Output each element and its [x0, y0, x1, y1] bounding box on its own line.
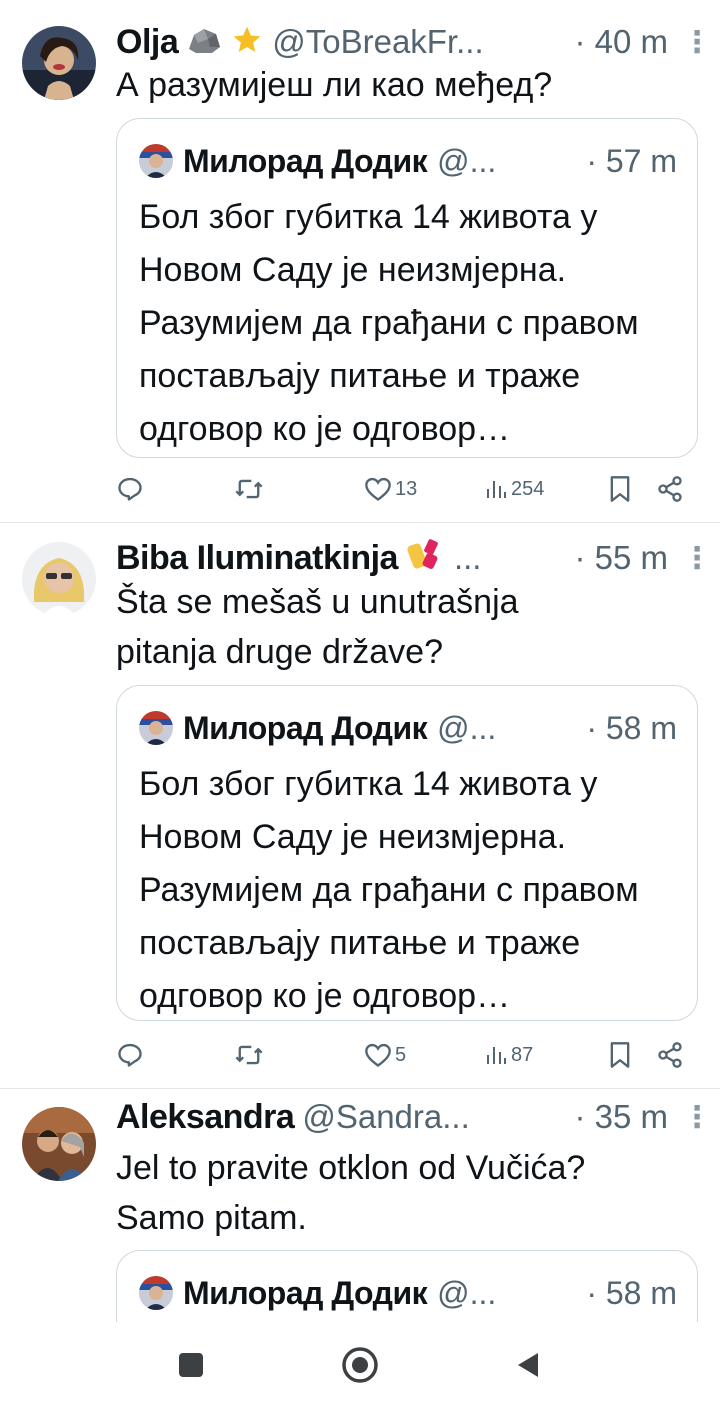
nail-polish-emoji-icon [406, 538, 442, 579]
quoted-author-name: Милорад Додик [183, 142, 428, 179]
share-button[interactable] [656, 1035, 684, 1075]
like-button[interactable]: 5 [364, 1035, 406, 1075]
bookmark-button[interactable] [608, 469, 632, 509]
reply-icon [118, 1043, 142, 1067]
tweet[interactable]: Olja @ToBreakFr... · 40 m ⋮ А разумијеш … [0, 0, 720, 522]
view-count: 87 [511, 1043, 534, 1066]
views-icon [487, 481, 506, 498]
bookmark-icon [610, 476, 630, 502]
reply-button[interactable] [116, 469, 144, 509]
tweet-actions: 5 87 [116, 1035, 696, 1075]
bookmark-icon [610, 1042, 630, 1068]
author-name[interactable]: Biba Iluminatkinja [116, 539, 398, 578]
quoted-author-handle: @... [437, 709, 497, 746]
tweet-actions: 13 254 [116, 469, 696, 509]
quoted-tweet-time: · 57 m [586, 142, 677, 179]
tweet[interactable]: Biba Iluminatkinja ... · 55 m ⋮ Šta se m… [0, 523, 720, 1088]
heart-icon [365, 1043, 391, 1067]
author-name[interactable]: Aleksandra [116, 1098, 295, 1137]
tweet-time[interactable]: · 35 m [564, 1098, 668, 1136]
square-icon [179, 1353, 203, 1377]
views-button[interactable]: 87 [484, 1035, 533, 1075]
quoted-tweet[interactable]: Милорад Додик @... · 58 m Бол због губит… [116, 685, 698, 1021]
quoted-tweet-text: Бол због губитка 14 живота у Новом Саду … [139, 765, 639, 1015]
views-icon [487, 1047, 506, 1064]
system-navigation-bar [0, 1322, 720, 1408]
author-name[interactable]: Olja [116, 23, 179, 62]
tweet-text: Jel to pravite otklon od Vučića? Samo pi… [116, 1149, 586, 1237]
retweet-button[interactable] [234, 469, 264, 509]
retweet-button[interactable] [234, 1035, 264, 1075]
like-count: 5 [395, 1043, 407, 1066]
star-emoji-icon [230, 24, 264, 61]
author-handle[interactable]: @ToBreakFr... [272, 23, 483, 61]
triangle-back-icon [518, 1353, 538, 1377]
more-icon[interactable]: ⋮ [682, 1100, 712, 1135]
view-count: 254 [511, 477, 545, 500]
author-handle[interactable]: @Sandra... [302, 1098, 469, 1136]
bookmark-button[interactable] [608, 1035, 632, 1075]
quoted-avatar [139, 144, 173, 178]
avatar[interactable] [22, 542, 96, 616]
tweet[interactable]: Aleksandra @Sandra... · 35 m ⋮ Jel to pr… [0, 1089, 720, 1322]
rock-emoji-icon [186, 25, 222, 60]
avatar[interactable] [22, 26, 96, 100]
heart-icon [365, 477, 391, 501]
like-count: 13 [395, 477, 418, 500]
share-icon [658, 476, 682, 502]
reply-icon [118, 477, 142, 501]
retweet-icon [235, 1045, 263, 1065]
share-icon [658, 1042, 682, 1068]
quoted-avatar [139, 1276, 173, 1310]
more-icon[interactable]: ⋮ [682, 25, 712, 60]
quoted-tweet[interactable]: Милорад Додик @... · 58 m [116, 1250, 698, 1322]
tweet-text: Šta se mešaš u unutrašnja pitanja druge … [116, 583, 519, 671]
tweet-time[interactable]: · 40 m [564, 23, 668, 61]
quoted-author-handle: @... [437, 142, 497, 179]
home-button[interactable] [335, 1340, 385, 1390]
quoted-tweet[interactable]: Милорад Додик @... · 57 m Бол због губит… [116, 118, 698, 458]
quoted-avatar [139, 711, 173, 745]
quoted-tweet-time: · 58 m [586, 709, 677, 746]
recents-button[interactable] [166, 1340, 216, 1390]
timeline-feed[interactable]: Olja @ToBreakFr... · 40 m ⋮ А разумијеш … [0, 0, 720, 1322]
avatar[interactable] [22, 1107, 96, 1181]
tweet-text: А разумијеш ли као међед? [116, 66, 553, 104]
tweet-time[interactable]: · 55 m [564, 539, 668, 577]
circle-icon [342, 1347, 378, 1383]
like-button[interactable]: 13 [364, 469, 417, 509]
retweet-icon [235, 479, 263, 499]
back-button[interactable] [503, 1340, 553, 1390]
quoted-author-name: Милорад Додик [183, 1274, 428, 1311]
views-button[interactable]: 254 [484, 469, 544, 509]
share-button[interactable] [656, 469, 684, 509]
reply-button[interactable] [116, 1035, 144, 1075]
quoted-tweet-time: · 58 m [586, 1274, 677, 1311]
quoted-author-handle: @... [437, 1274, 497, 1311]
author-handle[interactable]: ... [454, 539, 482, 577]
quoted-tweet-text: Бол због губитка 14 живота у Новом Саду … [139, 198, 639, 448]
more-icon[interactable]: ⋮ [682, 541, 712, 576]
quoted-author-name: Милорад Додик [183, 709, 428, 746]
